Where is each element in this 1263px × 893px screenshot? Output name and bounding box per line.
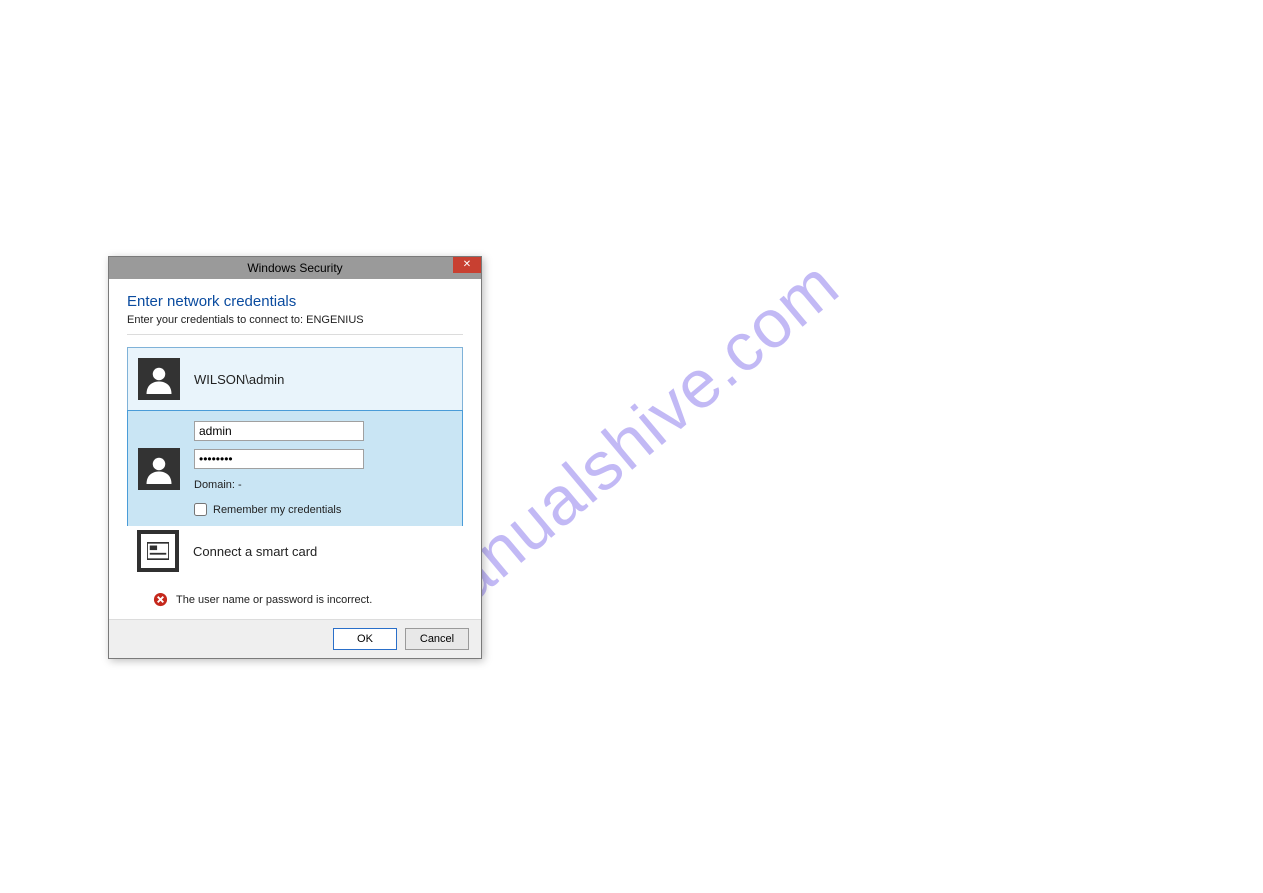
error-row: The user name or password is incorrect. <box>153 592 463 607</box>
other-credential-row[interactable]: Domain: - Remember my credentials <box>127 410 463 527</box>
smartcard-label-wrap: Connect a smart card <box>193 544 453 559</box>
remember-checkbox[interactable] <box>194 503 207 516</box>
dialog-title: Windows Security <box>247 261 342 275</box>
username-input[interactable] <box>194 421 364 441</box>
credential-input-group: Domain: - Remember my credentials <box>194 421 452 516</box>
cancel-button[interactable]: Cancel <box>405 628 469 650</box>
remember-credentials-row[interactable]: Remember my credentials <box>194 503 452 516</box>
smartcard-icon <box>137 530 179 572</box>
card-icon <box>147 542 169 560</box>
domain-label: Domain: - <box>194 479 452 491</box>
error-icon <box>153 592 168 607</box>
person-icon <box>144 364 174 394</box>
close-icon: ✕ <box>463 260 471 270</box>
close-button[interactable]: ✕ <box>453 257 481 273</box>
dialog-subtext: Enter your credentials to connect to: EN… <box>127 314 463 335</box>
dialog-heading: Enter network credentials <box>127 293 463 310</box>
saved-credential-row[interactable]: WILSON\admin <box>127 347 463 411</box>
remember-label: Remember my credentials <box>213 504 341 516</box>
password-input[interactable] <box>194 449 364 469</box>
person-icon <box>144 454 174 484</box>
smartcard-row[interactable]: Connect a smart card <box>127 526 463 582</box>
saved-credential-label: WILSON\admin <box>194 372 452 387</box>
credential-list: WILSON\admin Domain: - Remember m <box>127 347 463 582</box>
ok-button[interactable]: OK <box>333 628 397 650</box>
smartcard-label: Connect a smart card <box>193 544 453 559</box>
error-text: The user name or password is incorrect. <box>176 594 372 606</box>
user-avatar-icon <box>138 448 180 490</box>
titlebar: Windows Security ✕ <box>109 257 481 279</box>
dialog-content: Enter network credentials Enter your cre… <box>109 279 481 607</box>
user-avatar-icon <box>138 358 180 400</box>
dialog-footer: OK Cancel <box>109 619 481 658</box>
windows-security-dialog: Windows Security ✕ Enter network credent… <box>108 256 482 659</box>
